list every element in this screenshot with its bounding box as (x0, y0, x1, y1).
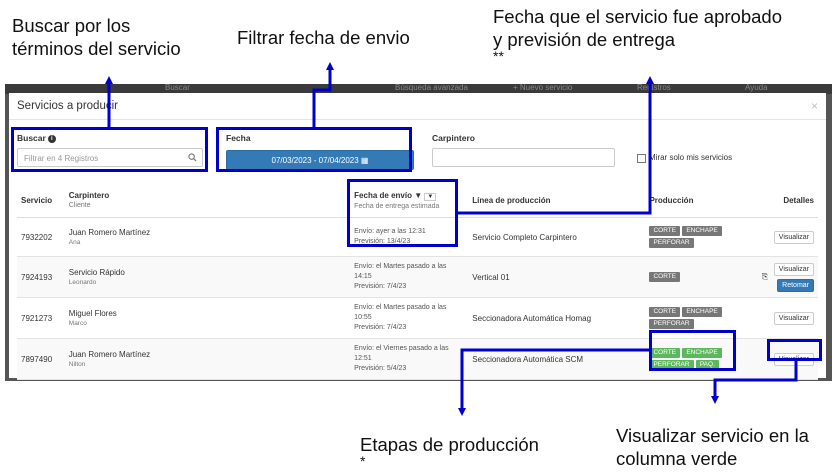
annotation-arrows (105, 62, 798, 416)
